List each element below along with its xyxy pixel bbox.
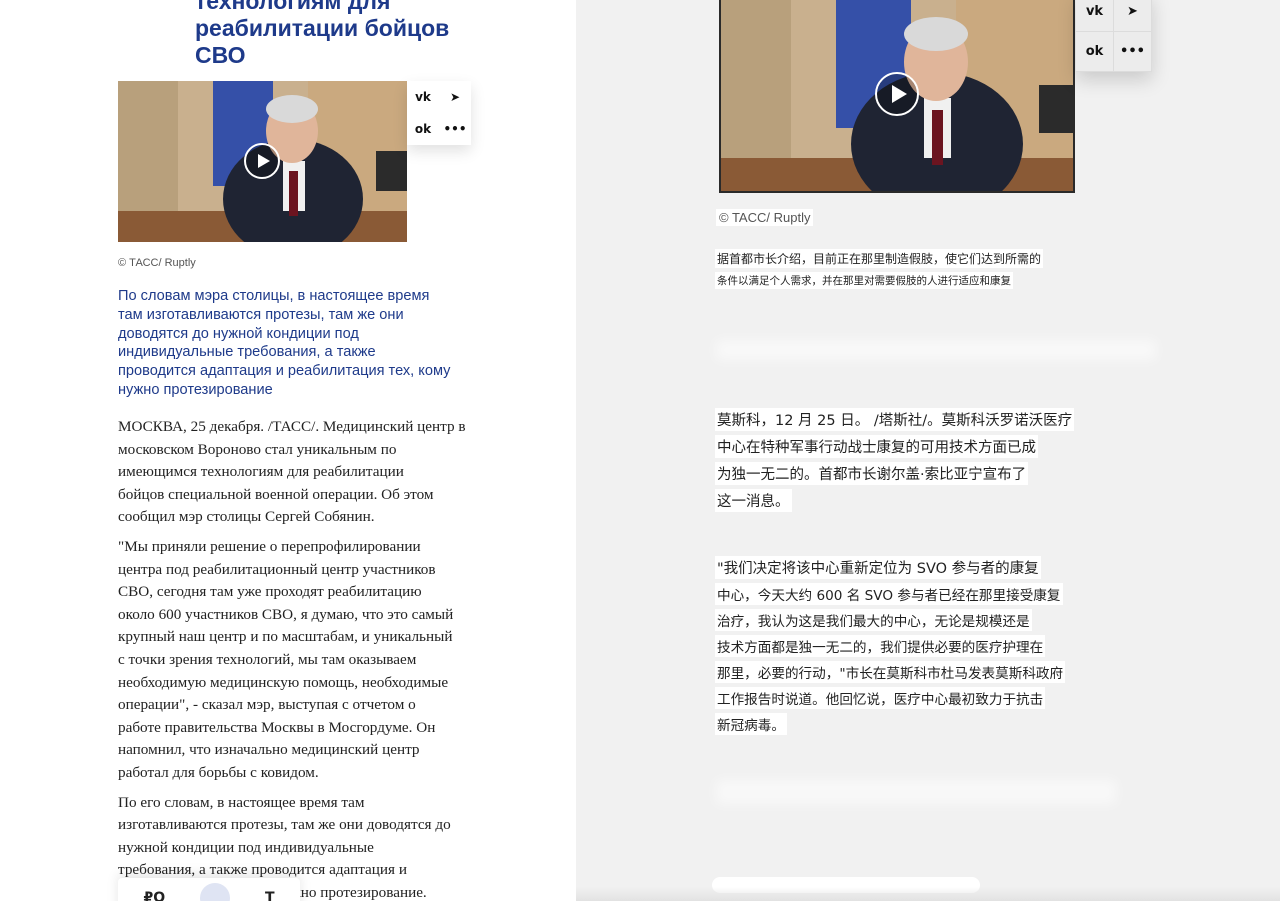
headline-line: реабилитации бойцов bbox=[195, 15, 450, 41]
headline-line: СВО bbox=[195, 42, 246, 68]
share-menu: vk ➤ ok ••• bbox=[1076, 0, 1152, 72]
play-icon bbox=[892, 85, 907, 103]
article-toolbar: ₽O T bbox=[118, 878, 300, 901]
lead-line: нужно протезирование bbox=[118, 381, 273, 398]
translated-lead: 据首都市长介绍，目前正在那里制造假肢，使它们达到所需的 条件以满足个人需求，并在… bbox=[715, 249, 1044, 293]
article-headline: технологиям для реабилитации бойцов СВО bbox=[195, 0, 495, 69]
body-line: операции", - сказал мэр, выступая с отче… bbox=[118, 696, 416, 714]
play-button[interactable] bbox=[244, 143, 280, 179]
text-size-button[interactable]: T bbox=[265, 890, 275, 901]
video-player[interactable] bbox=[118, 81, 407, 242]
more-icon[interactable]: ••• bbox=[1114, 32, 1152, 72]
blurred-region bbox=[716, 780, 1116, 804]
translated-line: 那里，必要的行动，"市长在莫斯科市杜马发表莫斯科政府 bbox=[715, 661, 1066, 683]
lead-line: По словам мэра столицы, в настоящее врем… bbox=[118, 288, 430, 304]
body-line: сообщил мэр столицы Сергей Собянин. bbox=[118, 508, 375, 526]
translated-paragraph: "我们决定将该中心重新定位为 SVO 参与者的康复 中心，今天大约 600 名 … bbox=[715, 556, 1066, 739]
translated-line: 治疗，我认为这是我们最大的中心，无论是规模还是 bbox=[715, 609, 1032, 631]
body-line: "Мы приняли решение о перепрофилировании bbox=[118, 537, 421, 555]
lead-line: проводится адаптация и реабилитация тех,… bbox=[118, 363, 451, 380]
comments-button[interactable]: ₽O bbox=[143, 890, 165, 901]
telegram-icon[interactable]: ➤ bbox=[439, 81, 471, 113]
body-line: МОСКВА, 25 декабря. /ТАСС/. Медицинский … bbox=[118, 418, 466, 435]
body-line: По его словам, в настоящее время там bbox=[118, 793, 365, 811]
lead-line: там изготавливаются протезы, там же они bbox=[118, 306, 404, 323]
translated-line: 这一消息。 bbox=[715, 489, 792, 512]
more-icon[interactable]: ••• bbox=[439, 113, 471, 145]
blurred-region bbox=[716, 340, 1156, 360]
article-lead: По словам мэра столицы, в настоящее врем… bbox=[118, 287, 478, 400]
body-line: бойцов специальной военной операции. Об … bbox=[118, 485, 434, 503]
translated-line: 条件以满足个人需求，并在那里对需要假肢的人进行适应和康复 bbox=[715, 272, 1013, 289]
body-line: крупный наш центр и по масштабам, и уник… bbox=[118, 628, 453, 646]
chinese-translation-panel: vk ➤ ok ••• © TACC/ Ruptly 据首都市长介绍，目前正在那… bbox=[576, 0, 1280, 901]
translated-line: 为独一无二的。首都市长谢尔盖·索比亚宁宣布了 bbox=[715, 462, 1029, 485]
body-line: напомнил, что изначально медицинский цен… bbox=[118, 741, 420, 759]
translated-line: 中心，今天大约 600 名 SVO 参与者已经在那里接受康复 bbox=[715, 583, 1063, 605]
video-player-translated[interactable] bbox=[719, 0, 1075, 193]
translated-paragraph: 莫斯科，12 月 25 日。 /塔斯社/。莫斯科沃罗诺沃医疗 中心在特种军事行动… bbox=[715, 408, 1075, 516]
odnoklassniki-icon[interactable]: ok bbox=[407, 113, 439, 145]
body-line: работе правительства Москвы в Мосгордуме… bbox=[118, 718, 436, 736]
play-icon bbox=[258, 154, 270, 168]
body-line: СВО, сегодня там уже проходят реабилитац… bbox=[118, 583, 422, 601]
translated-line: 莫斯科，12 月 25 日。 /塔斯社/。莫斯科沃罗诺沃医疗 bbox=[715, 408, 1075, 431]
translated-line: 工作报告时说道。他回忆说，医疗中心最初致力于抗击 bbox=[715, 687, 1046, 709]
body-line: работал для борьбы с ковидом. bbox=[118, 763, 319, 781]
body-line: необходимую медицинскую помощь, необходи… bbox=[118, 673, 449, 691]
body-line: центра под реабилитационный центр участн… bbox=[118, 560, 436, 578]
action-circle-button[interactable] bbox=[200, 883, 231, 901]
play-button[interactable] bbox=[875, 72, 919, 116]
photo-credit: © TACC/ Ruptly bbox=[716, 209, 814, 226]
body-line: изготавливаются протезы, там же они дово… bbox=[118, 816, 451, 834]
lead-line: индивидуальные требования, а также bbox=[118, 344, 376, 361]
translated-line: 据首都市长介绍，目前正在那里制造假肢，使它们达到所需的 bbox=[715, 249, 1044, 268]
lead-line: доводятся до нужной кондиции под bbox=[118, 325, 359, 342]
body-paragraph: "Мы приняли решение о перепрофилировании… bbox=[118, 536, 478, 785]
body-line: имеющимся технологиям для реабилитации bbox=[118, 463, 404, 481]
translated-line: 新冠病毒。 bbox=[715, 713, 787, 735]
translated-line: 技术方面都是独一无二的，我们提供必要的医疗护理在 bbox=[715, 635, 1046, 657]
odnoklassniki-icon[interactable]: ok bbox=[1076, 32, 1114, 72]
vk-icon[interactable]: vk bbox=[407, 81, 439, 113]
share-menu: vk ➤ ok ••• bbox=[407, 81, 471, 145]
bottom-shadow bbox=[576, 887, 1280, 901]
body-paragraph: МОСКВА, 25 декабря. /ТАСС/. Медицинский … bbox=[118, 416, 478, 529]
telegram-icon[interactable]: ➤ bbox=[1114, 0, 1152, 32]
headline-line: технологиям для bbox=[195, 0, 391, 14]
translated-line: 中心在特种军事行动战士康复的可用技术方面已成 bbox=[715, 435, 1038, 458]
translated-line: "我们决定将该中心重新定位为 SVO 参与者的康复 bbox=[715, 556, 1041, 579]
body-line: нужной кондиции под индивидуальные bbox=[118, 838, 374, 856]
russian-article-panel: технологиям для реабилитации бойцов СВО … bbox=[0, 0, 576, 901]
article-body: МОСКВА, 25 декабря. /ТАСС/. Медицинский … bbox=[118, 416, 478, 901]
vk-icon[interactable]: vk bbox=[1076, 0, 1114, 32]
photo-credit: © ТАСС/ Ruptly bbox=[118, 257, 196, 269]
body-line: около 600 участников СВО, я думаю, что э… bbox=[118, 605, 454, 623]
body-line: московском Вороново стал уникальным по bbox=[118, 440, 397, 458]
body-line: с точки зрения технологий, мы там оказыв… bbox=[118, 650, 417, 668]
